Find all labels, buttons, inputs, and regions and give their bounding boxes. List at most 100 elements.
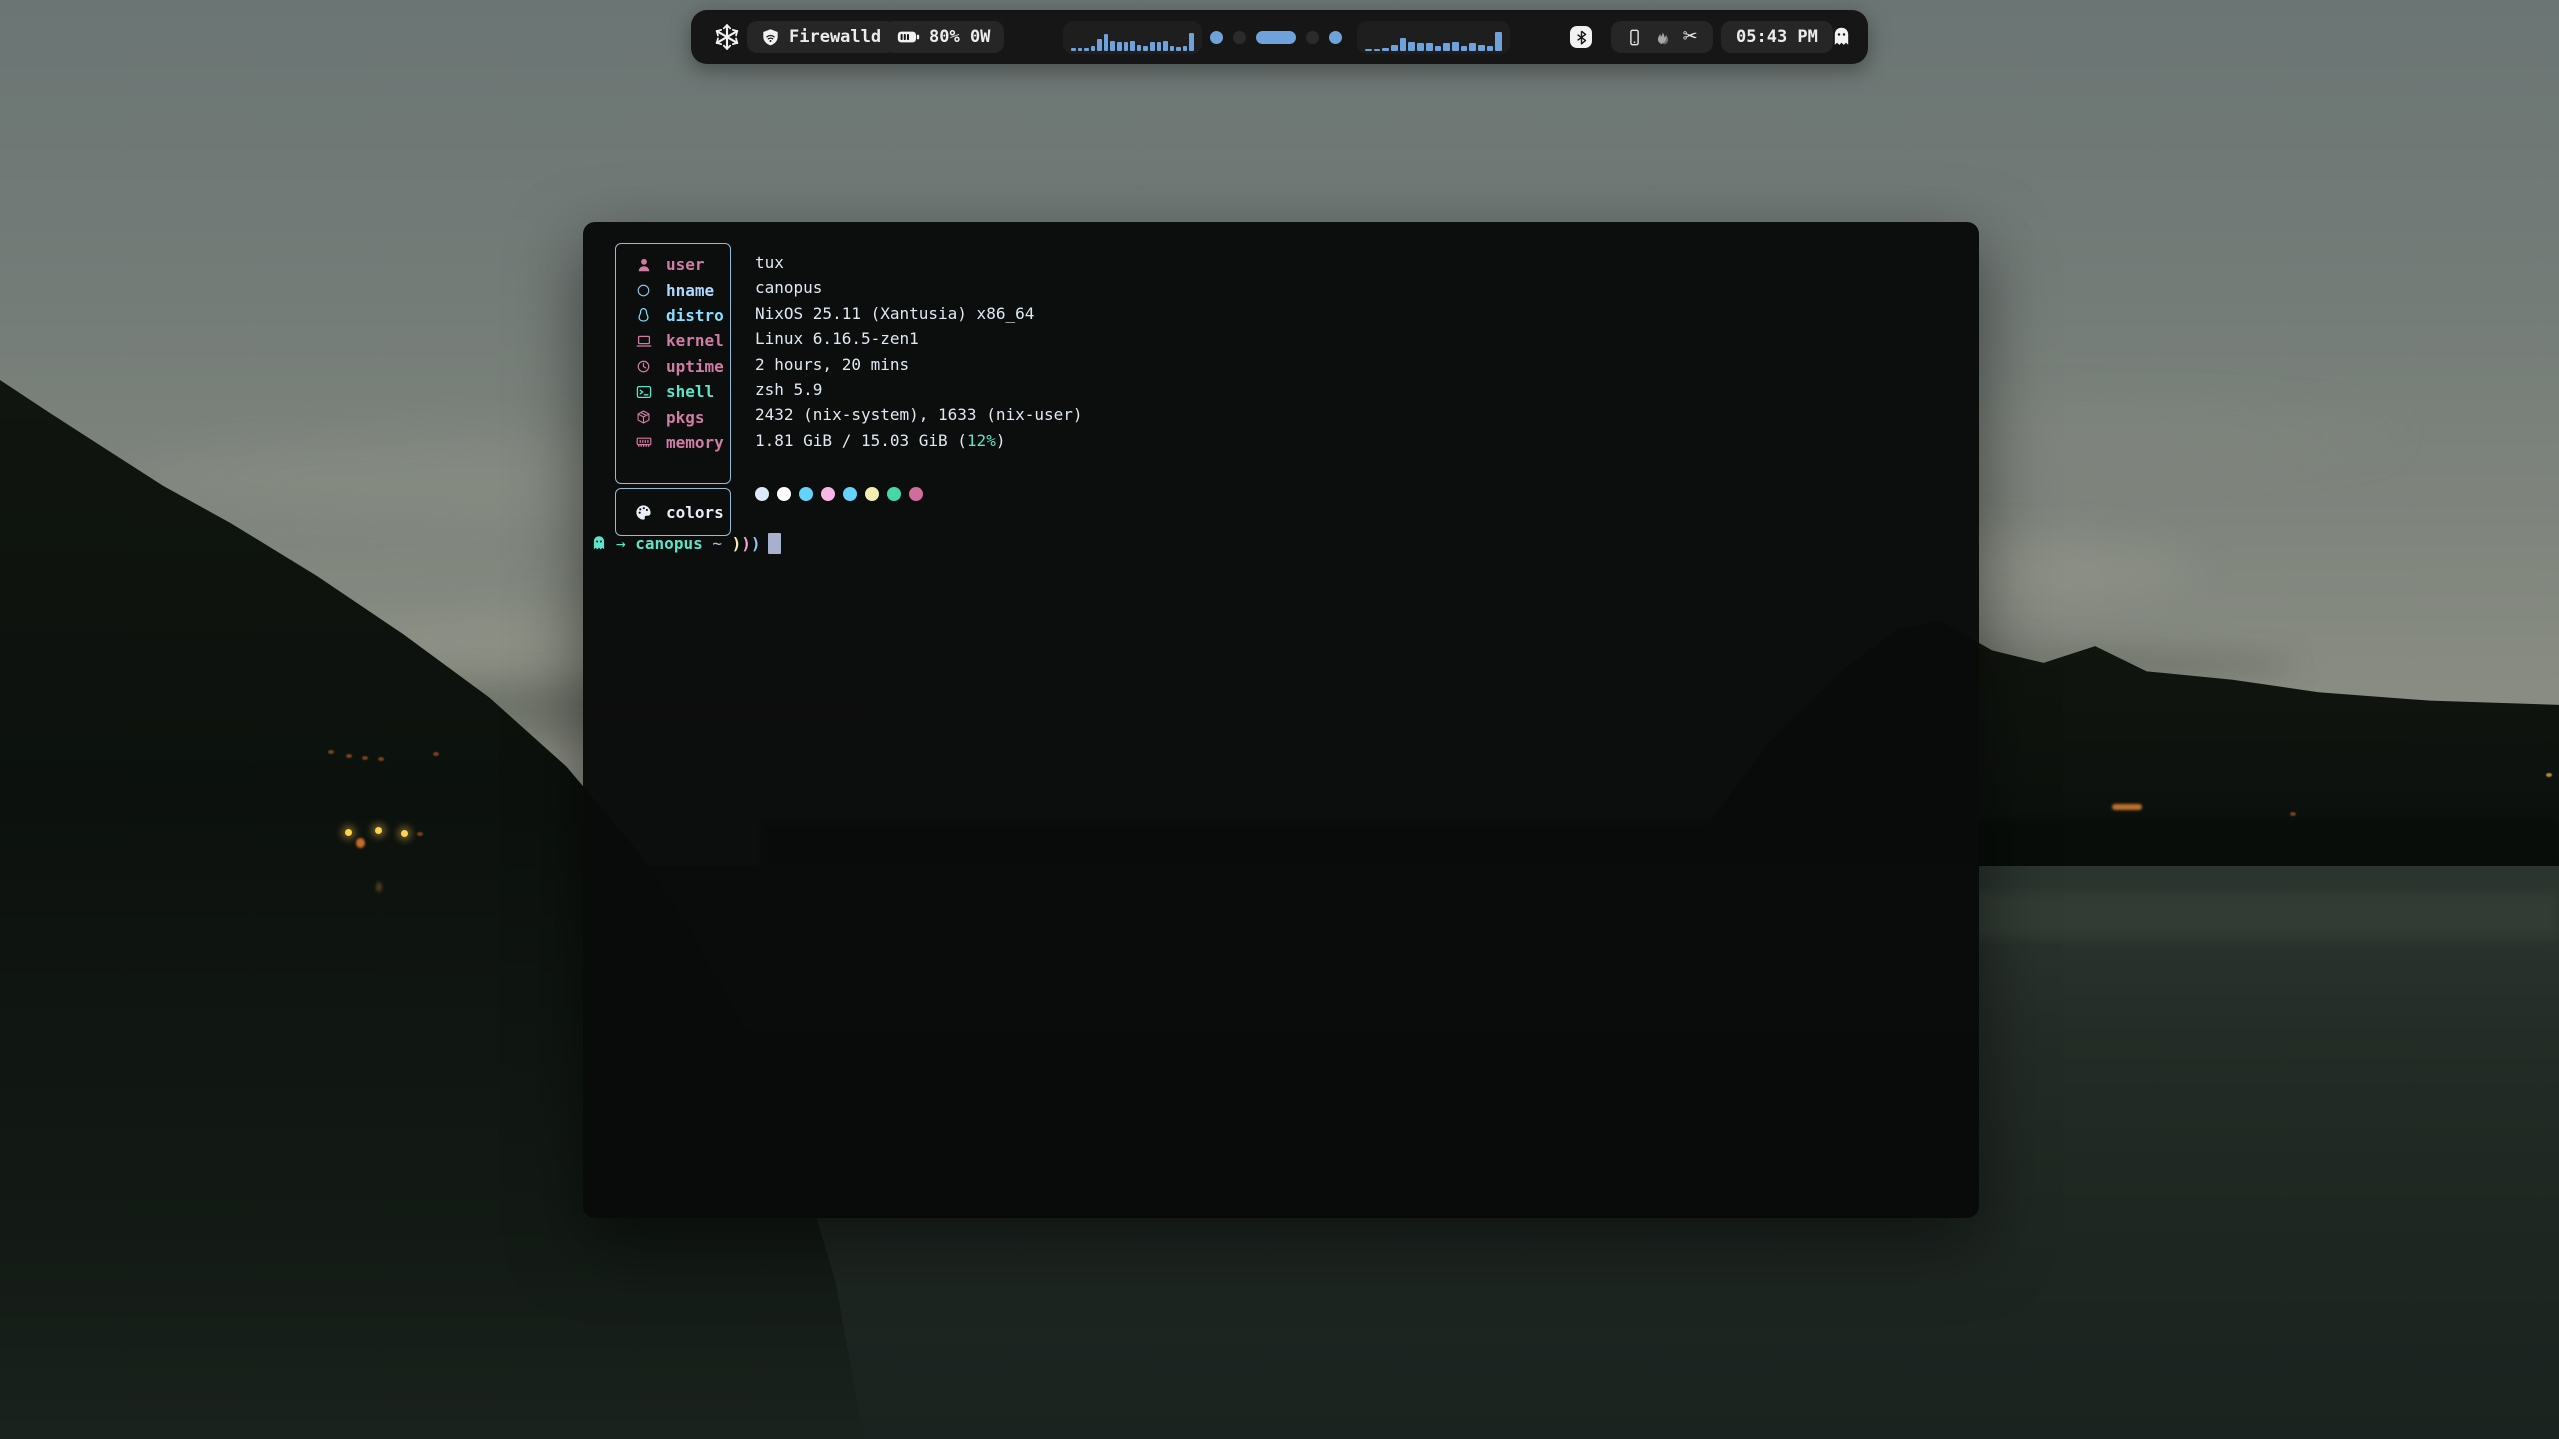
fetch-row-uptime: uptime bbox=[616, 354, 730, 379]
clock-icon bbox=[635, 358, 652, 375]
fire-icon[interactable] bbox=[1654, 28, 1672, 46]
graph-bar bbox=[1130, 41, 1135, 51]
scissors-icon[interactable]: ✂ bbox=[1683, 28, 1698, 46]
system-tray: ✂ bbox=[1611, 21, 1713, 53]
fetch-label: memory bbox=[666, 433, 724, 452]
workspace-indicator-occupied[interactable] bbox=[1329, 31, 1342, 44]
graph-bar bbox=[1443, 43, 1450, 51]
city-light bbox=[356, 838, 365, 848]
package-icon bbox=[635, 409, 652, 426]
ghost-icon bbox=[591, 535, 607, 551]
graph-bar bbox=[1104, 34, 1109, 51]
graph-bar bbox=[1084, 48, 1089, 51]
battery-label: 80% 0W bbox=[929, 27, 990, 47]
graph-bar bbox=[1137, 45, 1142, 51]
workspace-indicator-empty[interactable] bbox=[1233, 31, 1246, 44]
fetch-value-shell: zsh 5.9 bbox=[755, 377, 1083, 402]
light-reflection bbox=[376, 882, 382, 892]
fetch-row-user: user bbox=[616, 252, 730, 277]
fetch-value-memory: 1.81 GiB / 15.03 GiB (12%) bbox=[755, 428, 1083, 453]
graph-bar bbox=[1495, 32, 1502, 51]
graph-bar bbox=[1461, 46, 1468, 51]
city-light bbox=[2546, 773, 2552, 777]
palette-icon bbox=[635, 504, 652, 521]
palette-dot bbox=[909, 487, 923, 501]
fetch-value-hname: canopus bbox=[755, 275, 1083, 300]
palette-dots bbox=[755, 487, 1083, 501]
prompt-arrow: → bbox=[616, 534, 626, 553]
battery-icon bbox=[897, 29, 920, 45]
graph-bar bbox=[1117, 42, 1122, 51]
memory-icon bbox=[635, 434, 652, 451]
city-light bbox=[401, 830, 408, 837]
fetch-row-kernel: kernel bbox=[616, 328, 730, 353]
graph-bar bbox=[1365, 49, 1372, 51]
fetch-label: hname bbox=[666, 281, 714, 300]
text-cursor[interactable] bbox=[768, 533, 781, 554]
graph-bar bbox=[1408, 42, 1415, 51]
fetch-label: kernel bbox=[666, 331, 724, 350]
nixos-snowflake-icon[interactable] bbox=[711, 21, 743, 53]
fetch-output: user hname distro bbox=[615, 243, 1083, 536]
graph-bar bbox=[1382, 48, 1389, 51]
workspaces bbox=[1210, 21, 1342, 54]
graph-bar bbox=[1157, 42, 1162, 51]
graph-bar bbox=[1170, 46, 1175, 51]
bluetooth-icon[interactable] bbox=[1570, 26, 1592, 48]
graph-bar bbox=[1478, 45, 1485, 51]
circle-icon bbox=[635, 282, 652, 299]
workspace-indicator-active[interactable] bbox=[1256, 31, 1296, 44]
fetch-colors-box: colors bbox=[615, 488, 731, 536]
city-light bbox=[2290, 812, 2296, 816]
clock[interactable]: 05:43 PM bbox=[1721, 21, 1833, 53]
graph-bar bbox=[1452, 42, 1459, 51]
fetch-row-hname: hname bbox=[616, 277, 730, 302]
memory-percent: 12% bbox=[967, 431, 996, 450]
city-light bbox=[417, 832, 423, 836]
fetch-row-pkgs: pkgs bbox=[616, 404, 730, 429]
fetch-label: user bbox=[666, 255, 705, 274]
graph-bar bbox=[1183, 46, 1188, 51]
resource-graph-right[interactable] bbox=[1357, 21, 1510, 54]
palette-dot bbox=[865, 487, 879, 501]
fetch-label: shell bbox=[666, 382, 714, 401]
graph-bar bbox=[1091, 46, 1096, 51]
prompt-path: ~ bbox=[712, 534, 722, 553]
graph-bar bbox=[1078, 48, 1083, 51]
resource-graph-left[interactable] bbox=[1063, 21, 1202, 54]
workspace-indicator-occupied[interactable] bbox=[1210, 31, 1223, 44]
graph-bar bbox=[1417, 43, 1424, 51]
clock-label: 05:43 PM bbox=[1736, 27, 1818, 47]
prompt-chevron: ) bbox=[741, 534, 751, 553]
terminal-window[interactable]: user hname distro bbox=[583, 222, 1979, 1218]
prompt-chevron: ) bbox=[751, 534, 761, 553]
graph-bar bbox=[1435, 46, 1442, 51]
fetch-value-uptime: 2 hours, 20 mins bbox=[755, 352, 1083, 377]
fetch-row-memory: memory bbox=[616, 430, 730, 455]
palette-dot bbox=[755, 487, 769, 501]
battery-indicator[interactable]: 80% 0W bbox=[883, 21, 1004, 53]
shell-prompt[interactable]: → canopus ~ ) ) ) bbox=[591, 530, 781, 556]
workspace-indicator-empty[interactable] bbox=[1306, 31, 1319, 44]
graph-bar bbox=[1124, 42, 1129, 51]
palette-dot bbox=[799, 487, 813, 501]
prompt-chevron: ) bbox=[732, 534, 742, 553]
fetch-value-user: tux bbox=[755, 250, 1083, 275]
firewall-indicator[interactable]: Firewalld bbox=[747, 21, 895, 53]
city-light bbox=[378, 757, 384, 761]
graph-bar bbox=[1374, 49, 1381, 51]
graph-bar bbox=[1189, 33, 1194, 51]
city-light bbox=[328, 750, 334, 754]
fetch-label: distro bbox=[666, 306, 724, 325]
status-bar: Firewalld 80% 0W bbox=[691, 10, 1868, 64]
graph-bar bbox=[1163, 41, 1168, 51]
palette-dot bbox=[821, 487, 835, 501]
firewall-label: Firewalld bbox=[789, 27, 881, 47]
ghost-icon[interactable] bbox=[1831, 26, 1852, 47]
graph-bar bbox=[1426, 43, 1433, 51]
city-light bbox=[346, 754, 352, 758]
city-light bbox=[375, 827, 382, 834]
fetch-values: tux canopus NixOS 25.11 (Xantusia) x86_6… bbox=[755, 243, 1083, 536]
city-light bbox=[362, 756, 368, 760]
phone-icon[interactable] bbox=[1626, 29, 1643, 46]
